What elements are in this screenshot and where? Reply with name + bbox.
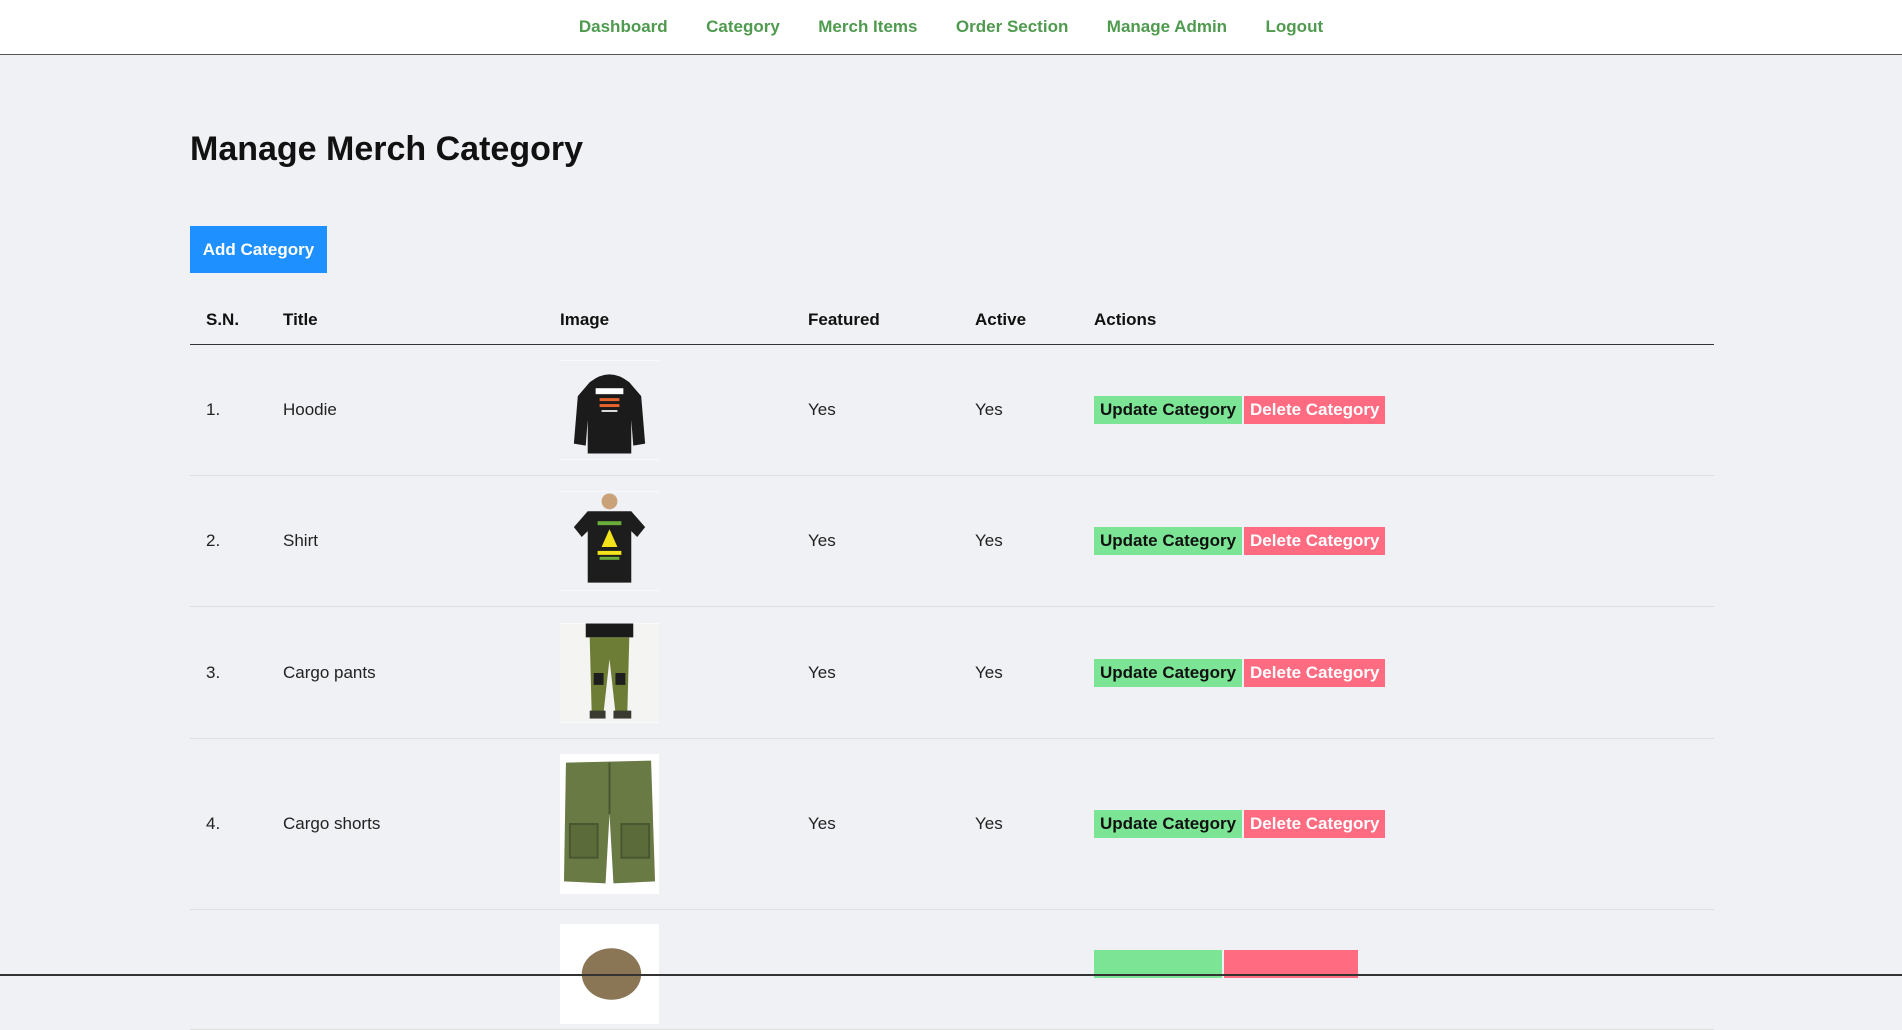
header-active: Active	[959, 296, 1078, 345]
nav-order-section[interactable]: Order Section	[956, 0, 1068, 54]
cell-image	[544, 738, 792, 910]
delete-category-button[interactable]: Delete Category	[1244, 658, 1386, 687]
header-title: Title	[267, 296, 544, 345]
nav-dashboard[interactable]: Dashboard	[579, 0, 668, 54]
hoodie-image	[560, 360, 659, 460]
update-category-button[interactable]: Update Category	[1094, 396, 1243, 424]
cell-featured: Yes	[792, 606, 959, 739]
shirt-image	[560, 491, 659, 591]
cargo-shorts-image	[560, 754, 659, 894]
table-row: 1. Hoodie Yes Yes Update CategoryDelete	[190, 344, 1714, 476]
top-navigation: Dashboard Category Merch Items Order Sec…	[0, 0, 1902, 55]
cell-sn: 2.	[190, 475, 267, 607]
table-row: 4. Cargo shorts Yes Yes Update Category D…	[190, 738, 1714, 910]
cell-active: Yes	[959, 344, 1078, 476]
cell-title: Hoodie	[267, 344, 544, 476]
header-sn: S.N.	[190, 296, 267, 345]
table-row	[190, 909, 1714, 1030]
table-row: 3. Cargo pants Yes Yes Update Category D…	[190, 606, 1714, 739]
delete-category-button[interactable]: Delete Category	[1244, 396, 1386, 424]
delete-category-button[interactable]: Delete Category	[1244, 527, 1386, 555]
cell-actions: Update Category Delete Category	[1078, 606, 1714, 739]
add-category-button[interactable]: Add Category	[190, 226, 327, 273]
cell-title: Cargo shorts	[267, 738, 544, 910]
cell-sn: 3.	[190, 606, 267, 739]
cell-actions: Update Category Delete Category	[1078, 738, 1714, 910]
cell-image	[544, 475, 792, 607]
cell-sn: 1.	[190, 344, 267, 476]
nav-merch-items[interactable]: Merch Items	[818, 0, 917, 54]
header-actions: Actions	[1078, 296, 1714, 345]
cell-image	[544, 909, 792, 1030]
cell-featured: Yes	[792, 738, 959, 910]
nav-category[interactable]: Category	[706, 0, 780, 54]
cell-actions: Update Category Delete Category	[1078, 344, 1714, 476]
cargo-pants-image	[560, 622, 659, 723]
header-featured: Featured	[792, 296, 959, 345]
cell-active: Yes	[959, 738, 1078, 910]
nav-logout[interactable]: Logout	[1266, 0, 1324, 54]
cell-featured: Yes	[792, 344, 959, 476]
update-category-button[interactable]: Update Category	[1094, 658, 1243, 687]
page-title: Manage Merch Category	[190, 130, 583, 168]
cell-featured: Yes	[792, 475, 959, 607]
header-image: Image	[544, 296, 792, 345]
nav-list: Dashboard Category Merch Items Order Sec…	[562, 0, 1340, 54]
cell-active: Yes	[959, 475, 1078, 607]
cell-actions: Update Category Delete Category	[1078, 475, 1714, 607]
cell-image	[544, 606, 792, 739]
cell-title: Shirt	[267, 475, 544, 607]
cell-image	[544, 344, 792, 476]
update-category-button[interactable]: Update Category	[1094, 810, 1243, 838]
cell-active: Yes	[959, 606, 1078, 739]
cell-title: Cargo pants	[267, 606, 544, 739]
table-row: 2. Shirt Yes Yes Update Category Delete …	[190, 475, 1714, 607]
delete-category-button[interactable]: Delete Category	[1244, 810, 1386, 838]
table-header-row: S.N. Title Image Featured Active Actions	[190, 296, 1714, 345]
update-category-button[interactable]: Update Category	[1094, 527, 1243, 555]
nav-manage-admin[interactable]: Manage Admin	[1107, 0, 1227, 54]
cell-sn: 4.	[190, 738, 267, 910]
category-table: S.N. Title Image Featured Active Actions…	[190, 296, 1714, 1030]
